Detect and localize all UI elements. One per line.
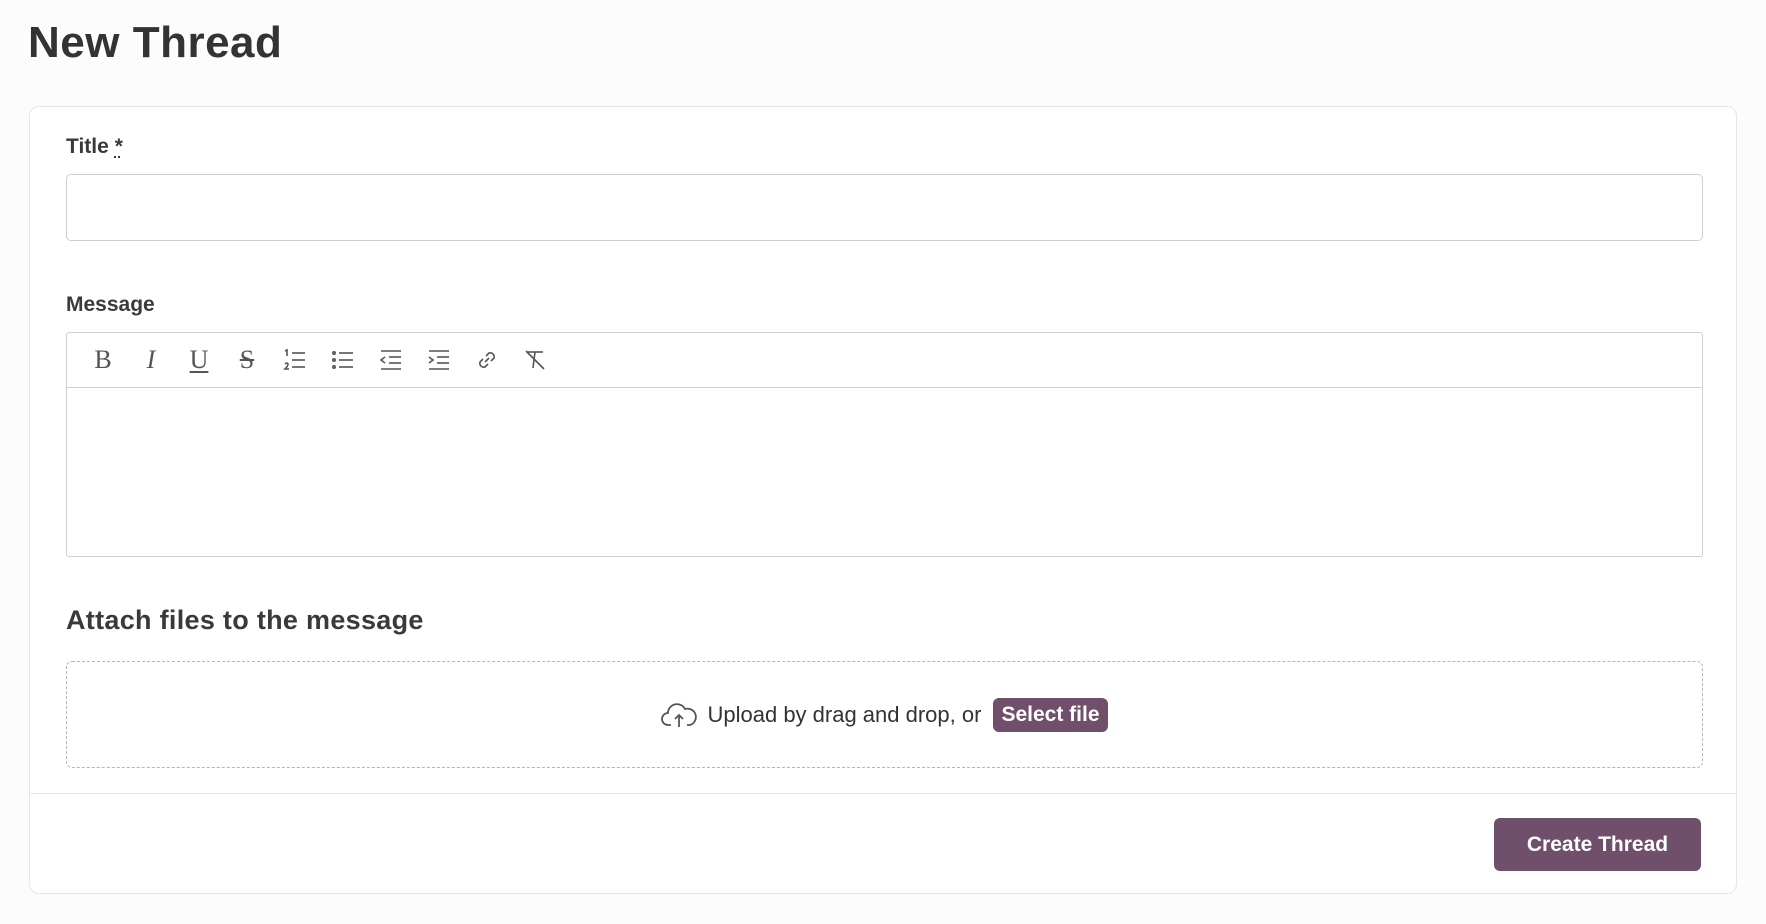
cloud-upload-icon (661, 702, 698, 727)
underline-button[interactable]: U (175, 342, 223, 378)
outdent-button[interactable] (367, 342, 415, 378)
message-label: Message (66, 293, 155, 316)
title-label: Title * (66, 135, 123, 159)
bold-icon: B (94, 345, 112, 374)
upload-instruction: Upload by drag and drop, or (707, 701, 982, 727)
indent-icon (428, 350, 449, 370)
ordered-list-icon (283, 348, 305, 370)
clear-formatting-button[interactable] (511, 342, 559, 378)
message-textarea[interactable] (67, 388, 1702, 556)
bold-button[interactable]: B (79, 342, 127, 378)
editor-toolbar: B I U S (67, 333, 1702, 388)
select-file-button[interactable]: Select file (993, 697, 1108, 732)
page-title: New Thread (28, 18, 283, 67)
indent-button[interactable] (415, 342, 463, 378)
link-button[interactable] (463, 342, 511, 378)
new-thread-form: Title * Message B I U S Attach files to … (29, 106, 1737, 894)
file-dropzone[interactable]: Upload by drag and drop, or Select file (66, 661, 1703, 768)
bullet-list-icon (331, 351, 353, 369)
italic-button[interactable]: I (127, 342, 175, 378)
title-input[interactable] (66, 174, 1703, 241)
link-icon (479, 352, 495, 368)
strikethrough-button[interactable]: S (223, 342, 271, 378)
clear-formatting-icon (525, 350, 545, 370)
required-marker: * (114, 135, 123, 158)
italic-icon: I (146, 345, 156, 374)
footer-divider (30, 793, 1736, 794)
title-label-text: Title (66, 135, 109, 158)
strikethrough-icon: S (239, 345, 255, 374)
page: New Thread Title * Message B I U S Attac… (0, 0, 1766, 924)
attach-files-heading: Attach files to the message (66, 605, 424, 635)
ordered-list-button[interactable] (271, 342, 319, 378)
outdent-icon (379, 350, 401, 370)
underline-icon: U (189, 345, 209, 374)
create-thread-button[interactable]: Create Thread (1494, 818, 1701, 871)
message-editor: B I U S (66, 332, 1703, 557)
bullet-list-button[interactable] (319, 342, 367, 378)
